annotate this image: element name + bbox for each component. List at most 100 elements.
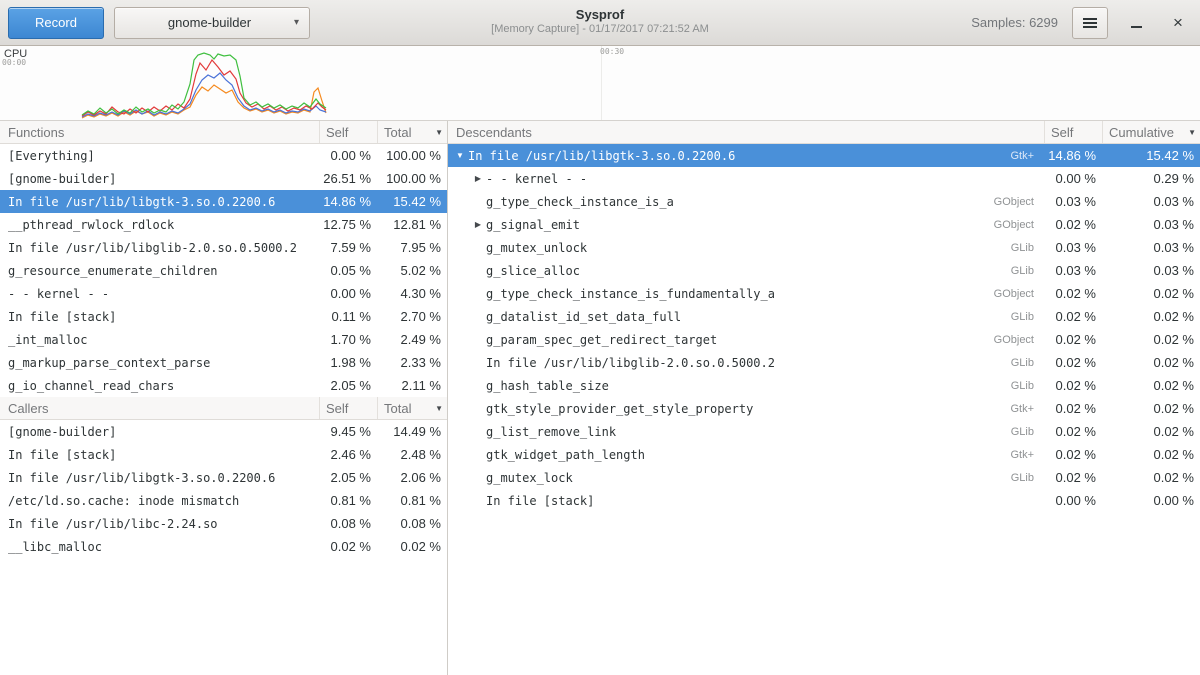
library-badge: GLib: [1011, 380, 1044, 392]
self-percent: 0.02 %: [1044, 309, 1102, 324]
table-row[interactable]: - - kernel - - 0.00 % 4.30 %: [0, 282, 447, 305]
table-row[interactable]: __libc_malloc 0.02 % 0.02 %: [0, 535, 447, 558]
self-percent: 0.00 %: [1044, 171, 1102, 186]
cumulative-percent: 0.03 %: [1102, 194, 1200, 209]
expander-icon[interactable]: ▶: [470, 221, 486, 229]
table-row[interactable]: ▼ In file /usr/lib/libgtk-3.so.0.2200.6 …: [448, 144, 1200, 167]
library-badge: GLib: [1011, 357, 1044, 369]
self-column-header[interactable]: Self: [319, 397, 377, 419]
self-percent: 0.02 %: [1044, 401, 1102, 416]
table-row[interactable]: ▶ - - kernel - - 0.00 % 0.29 %: [448, 167, 1200, 190]
function-name: [gnome-builder]: [0, 425, 319, 439]
timeline-tick: 00:00: [2, 58, 26, 67]
descendants-table-body: ▼ In file /usr/lib/libgtk-3.so.0.2200.6 …: [448, 144, 1200, 512]
table-row[interactable]: _int_malloc 1.70 % 2.49 %: [0, 328, 447, 351]
library-badge: Gtk+: [1010, 449, 1044, 461]
function-name: In file /usr/lib/libc-2.24.so: [0, 517, 319, 531]
descendants-panel: Descendants Self Cumulative ▼ ▼ In file …: [448, 121, 1200, 675]
table-row[interactable]: g_io_channel_read_chars 2.05 % 2.11 %: [0, 374, 447, 397]
table-row[interactable]: [gnome-builder] 9.45 % 14.49 %: [0, 420, 447, 443]
table-row[interactable]: In file /usr/lib/libglib-2.0.so.0.5000.2…: [0, 236, 447, 259]
chevron-down-icon: ▾: [294, 18, 299, 28]
cumulative-percent: 0.02 %: [1102, 332, 1200, 347]
menu-button[interactable]: [1072, 7, 1108, 39]
cumulative-percent: 0.02 %: [1102, 470, 1200, 485]
self-percent: 14.86 %: [319, 194, 377, 209]
function-name: __libc_malloc: [0, 540, 319, 554]
table-row[interactable]: g_markup_parse_context_parse 1.98 % 2.33…: [0, 351, 447, 374]
table-row[interactable]: In file /usr/lib/libc-2.24.so 0.08 % 0.0…: [0, 512, 447, 535]
table-row[interactable]: In file /usr/lib/libgtk-3.so.0.2200.6 14…: [0, 190, 447, 213]
table-row[interactable]: In file [stack] 0.11 % 2.70 %: [0, 305, 447, 328]
table-row[interactable]: g_datalist_id_set_data_full GLib 0.02 % …: [448, 305, 1200, 328]
total-percent: 2.70 %: [377, 309, 447, 324]
cpu-graph[interactable]: CPU 00:00 00:30: [0, 46, 1200, 121]
table-row[interactable]: gtk_style_provider_get_style_property Gt…: [448, 397, 1200, 420]
function-name: In file /usr/lib/libglib-2.0.so.0.5000.2: [0, 241, 319, 255]
table-row[interactable]: In file /usr/lib/libgtk-3.so.0.2200.6 2.…: [0, 466, 447, 489]
total-column-header[interactable]: Total ▼: [377, 121, 447, 143]
table-row[interactable]: g_hash_table_size GLib 0.02 % 0.02 %: [448, 374, 1200, 397]
table-row[interactable]: gtk_widget_path_length Gtk+ 0.02 % 0.02 …: [448, 443, 1200, 466]
table-row[interactable]: [Everything] 0.00 % 100.00 %: [0, 144, 447, 167]
sysprof-window: Record gnome-builder ▾ Sysprof [Memory C…: [0, 0, 1200, 675]
table-row[interactable]: g_type_check_instance_is_a GObject 0.03 …: [448, 190, 1200, 213]
table-row[interactable]: g_slice_alloc GLib 0.03 % 0.03 %: [448, 259, 1200, 282]
table-row[interactable]: g_param_spec_get_redirect_target GObject…: [448, 328, 1200, 351]
callers-table-header: Callers Self Total ▼: [0, 397, 447, 420]
callers-column-header[interactable]: Callers: [0, 397, 319, 419]
table-row[interactable]: g_mutex_lock GLib 0.02 % 0.02 %: [448, 466, 1200, 489]
cumulative-percent: 0.00 %: [1102, 493, 1200, 508]
process-selector-label: gnome-builder: [125, 15, 294, 30]
table-row[interactable]: /etc/ld.so.cache: inode mismatch 0.81 % …: [0, 489, 447, 512]
self-percent: 0.02 %: [1044, 217, 1102, 232]
cumulative-percent: 15.42 %: [1102, 148, 1200, 163]
function-name: /etc/ld.so.cache: inode mismatch: [0, 494, 319, 508]
cumulative-percent: 0.03 %: [1102, 263, 1200, 278]
function-name: g_mutex_lock: [486, 471, 1011, 485]
self-percent: 0.05 %: [319, 263, 377, 278]
self-percent: 7.59 %: [319, 240, 377, 255]
function-name: [gnome-builder]: [0, 172, 319, 186]
table-row[interactable]: In file [stack] 2.46 % 2.48 %: [0, 443, 447, 466]
table-row[interactable]: __pthread_rwlock_rdlock 12.75 % 12.81 %: [0, 213, 447, 236]
table-row[interactable]: In file /usr/lib/libglib-2.0.so.0.5000.2…: [448, 351, 1200, 374]
table-row[interactable]: ▶ g_signal_emit GObject 0.02 % 0.03 %: [448, 213, 1200, 236]
table-row[interactable]: g_type_check_instance_is_fundamentally_a…: [448, 282, 1200, 305]
minimize-button[interactable]: [1122, 9, 1150, 37]
table-row[interactable]: In file [stack] 0.00 % 0.00 %: [448, 489, 1200, 512]
self-column-label: Self: [1051, 125, 1073, 140]
self-percent: 0.02 %: [1044, 378, 1102, 393]
cumulative-percent: 0.02 %: [1102, 309, 1200, 324]
cumulative-column-header[interactable]: Cumulative ▼: [1102, 121, 1200, 143]
self-percent: 0.08 %: [319, 516, 377, 531]
function-name: - - kernel - -: [0, 287, 319, 301]
close-button[interactable]: ×: [1164, 9, 1192, 37]
table-row[interactable]: g_list_remove_link GLib 0.02 % 0.02 %: [448, 420, 1200, 443]
total-column-header[interactable]: Total ▼: [377, 397, 447, 419]
expander-icon[interactable]: ▼: [452, 152, 468, 160]
descendants-column-header[interactable]: Descendants: [448, 121, 1044, 143]
cpu-series-line: [82, 53, 326, 115]
library-badge: GObject: [994, 196, 1044, 208]
total-percent: 0.81 %: [377, 493, 447, 508]
self-percent: 0.02 %: [1044, 355, 1102, 370]
self-percent: 2.05 %: [319, 470, 377, 485]
expander-icon[interactable]: ▶: [470, 175, 486, 183]
process-selector[interactable]: gnome-builder ▾: [114, 7, 310, 39]
total-column-label: Total: [384, 125, 411, 140]
cumulative-percent: 0.03 %: [1102, 217, 1200, 232]
table-row[interactable]: [gnome-builder] 26.51 % 100.00 %: [0, 167, 447, 190]
total-percent: 0.02 %: [377, 539, 447, 554]
header-bar: Record gnome-builder ▾ Sysprof [Memory C…: [0, 0, 1200, 46]
cumulative-percent: 0.02 %: [1102, 378, 1200, 393]
table-row[interactable]: g_mutex_unlock GLib 0.03 % 0.03 %: [448, 236, 1200, 259]
table-row[interactable]: g_resource_enumerate_children 0.05 % 5.0…: [0, 259, 447, 282]
self-percent: 2.05 %: [319, 378, 377, 393]
function-name: In file [stack]: [0, 310, 319, 324]
record-button[interactable]: Record: [8, 7, 104, 39]
self-column-header[interactable]: Self: [319, 121, 377, 143]
self-column-header[interactable]: Self: [1044, 121, 1102, 143]
functions-column-header[interactable]: Functions: [0, 121, 319, 143]
self-percent: 0.02 %: [1044, 470, 1102, 485]
